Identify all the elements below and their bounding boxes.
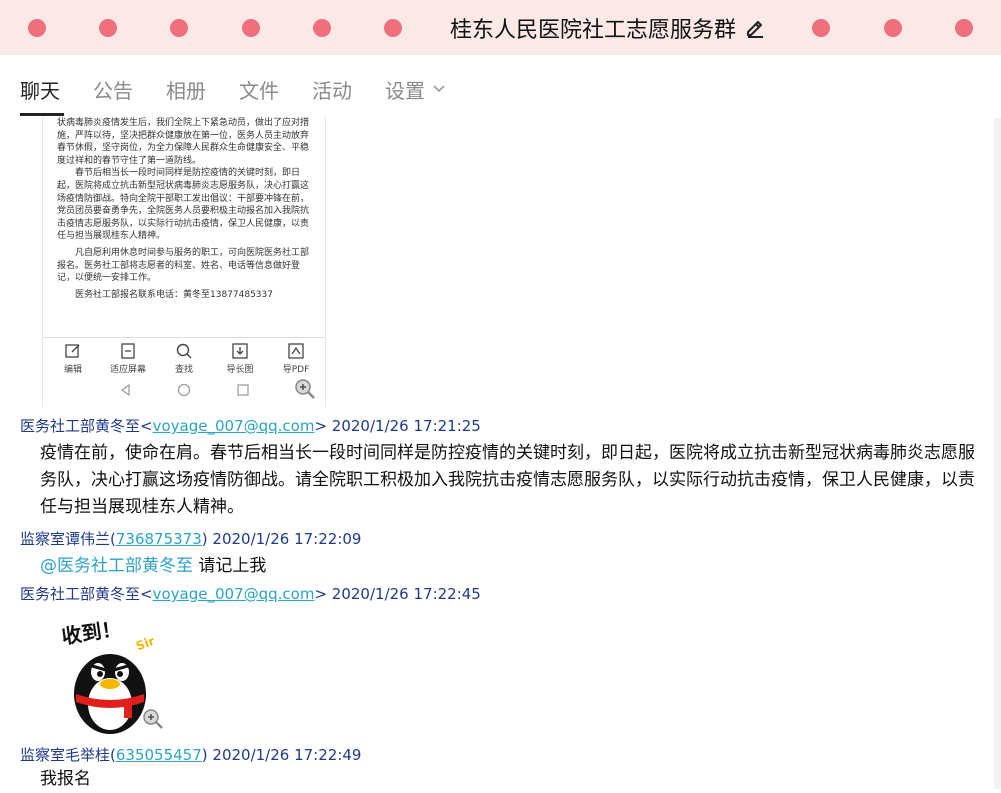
toolbar-export-long-image-button[interactable]: 导长图 bbox=[215, 342, 265, 375]
document-paragraph: 医务社工部报名联系电话：黄冬至13877485337 bbox=[75, 289, 273, 300]
decor-dot bbox=[955, 19, 973, 37]
toolbar-label: 导PDF bbox=[282, 365, 310, 375]
home-icon bbox=[177, 383, 191, 397]
shared-document-image[interactable]: 状病毒肺炎疫情发生后，我们全院上下紧急动员，做出了应对措施，严阵以待，坚决把群众… bbox=[42, 117, 326, 407]
tab-files[interactable]: 文件 bbox=[239, 75, 279, 104]
group-title: 桂东人民医院社工志愿服务群 bbox=[450, 18, 737, 43]
tab-activity[interactable]: 活动 bbox=[312, 75, 352, 104]
decor-dot bbox=[812, 19, 830, 37]
back-icon bbox=[120, 383, 130, 397]
message-timestamp: 2020/1/26 17:22:49 bbox=[212, 746, 362, 764]
message-text: @医务社工部黄冬至 请记上我 bbox=[40, 553, 266, 580]
document-paragraph: 状病毒肺炎疫情发生后，我们全院上下紧急动员，做出了应对措施，严阵以待，坚决把群众… bbox=[57, 118, 310, 166]
tab-announcement[interactable]: 公告 bbox=[93, 75, 133, 104]
sender-contact-link[interactable]: 635055457 bbox=[116, 746, 202, 764]
message-content: 请记上我 bbox=[198, 556, 267, 576]
tab-chat[interactable]: 聊天 bbox=[20, 75, 60, 104]
search-icon bbox=[176, 343, 192, 359]
decor-dot bbox=[884, 19, 902, 37]
message-timestamp: 2020/1/26 17:22:09 bbox=[212, 530, 362, 548]
active-tab-indicator bbox=[20, 113, 64, 116]
recents-icon bbox=[237, 384, 249, 396]
edit-icon bbox=[65, 344, 80, 358]
sender-contact-link[interactable]: voyage_007@qq.com bbox=[153, 585, 315, 603]
message-header: 监察室谭伟兰(736875373) 2020/1/26 17:22:09 bbox=[20, 530, 362, 548]
sender-name[interactable]: 医务社工部黄冬至 bbox=[20, 585, 140, 603]
mention-link[interactable]: @医务社工部黄冬至 bbox=[40, 556, 193, 576]
sender-name[interactable]: 监察室谭伟兰 bbox=[20, 530, 110, 548]
tab-album[interactable]: 相册 bbox=[166, 75, 206, 104]
message-header: 监察室毛举桂(635055457) 2020/1/26 17:22:49 bbox=[20, 746, 362, 764]
tab-settings[interactable]: 设置 bbox=[385, 75, 425, 104]
android-nav-bar bbox=[120, 383, 249, 397]
sender-name[interactable]: 医务社工部黄冬至 bbox=[20, 417, 140, 435]
decor-dot bbox=[384, 19, 402, 37]
toolbar-label: 编辑 bbox=[63, 365, 82, 375]
document-paragraph: 春节后相当长一段时间同样是防控疫情的关键时刻，即日起，医院将成立抗击新型冠状病毒… bbox=[57, 168, 310, 242]
decor-dot bbox=[99, 19, 117, 37]
export-long-image-icon bbox=[232, 343, 248, 359]
sticker-subtext: Sir bbox=[134, 634, 156, 654]
export-pdf-icon bbox=[288, 343, 304, 359]
document-text: 状病毒肺炎疫情发生后，我们全院上下紧急动员，做出了应对措施，严阵以待，坚决把群众… bbox=[57, 117, 315, 301]
chevron-down-icon[interactable] bbox=[432, 82, 446, 96]
scrollbar[interactable] bbox=[994, 118, 1001, 789]
toolbar-export-pdf-button[interactable]: 导PDF bbox=[271, 342, 321, 375]
sender-contact-link[interactable]: 736875373 bbox=[116, 530, 202, 548]
toolbar-search-button[interactable]: 查找 bbox=[159, 342, 209, 375]
message-header: 医务社工部黄冬至<voyage_007@qq.com> 2020/1/26 17… bbox=[20, 417, 481, 435]
fit-screen-icon bbox=[121, 343, 135, 359]
message-header: 医务社工部黄冬至<voyage_007@qq.com> 2020/1/26 17… bbox=[20, 585, 481, 603]
zoom-in-icon[interactable] bbox=[294, 378, 316, 400]
decor-dot bbox=[28, 19, 46, 37]
document-paragraph: 凡自愿利用休息时间参与服务的职工，可向医院医务社工部报名。医务社工部将志愿者的科… bbox=[57, 247, 310, 284]
message-text: 疫情在前，使命在肩。春节后相当长一段时间同样是防控疫情的关键时刻，即日起，医院将… bbox=[40, 443, 975, 517]
toolbar-edit-button[interactable]: 编辑 bbox=[48, 342, 98, 375]
sender-contact-link[interactable]: voyage_007@qq.com bbox=[153, 417, 315, 435]
toolbar-label: 适应屏幕 bbox=[109, 365, 146, 375]
document-toolbar: 编辑 适应屏幕 查找 导长图 导PDF bbox=[43, 337, 325, 375]
toolbar-label: 查找 bbox=[174, 365, 193, 375]
zoom-in-icon[interactable] bbox=[142, 708, 164, 730]
message-timestamp: 2020/1/26 17:22:45 bbox=[331, 585, 481, 603]
tab-bar: 聊天 公告 相册 文件 活动 设置 bbox=[0, 55, 1001, 117]
toolbar-label: 导长图 bbox=[226, 365, 254, 375]
message-timestamp: 2020/1/26 17:21:25 bbox=[331, 417, 481, 435]
sender-name[interactable]: 监察室毛举桂 bbox=[20, 746, 110, 764]
toolbar-fit-screen-button[interactable]: 适应屏幕 bbox=[103, 342, 153, 375]
edit-title-icon[interactable] bbox=[744, 18, 766, 40]
decor-dot bbox=[242, 19, 260, 37]
sticker-text: 收到！ bbox=[60, 616, 123, 648]
decor-dot bbox=[170, 19, 188, 37]
decor-dot bbox=[313, 19, 331, 37]
title-bar: 桂东人民医院社工志愿服务群 bbox=[0, 0, 1001, 55]
